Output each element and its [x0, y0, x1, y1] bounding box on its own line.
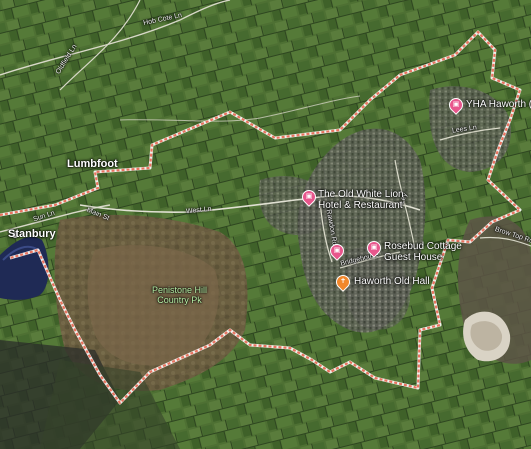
- place-label-stanbury[interactable]: Stanbury: [8, 228, 56, 240]
- poi-label-old-white-lion-line2: Hotel & Restaurant: [318, 200, 403, 211]
- place-label-lumbfoot[interactable]: Lumbfoot: [67, 158, 118, 170]
- poi-label-old-white-lion[interactable]: The Old White Lion Hotel & Restaurant: [318, 189, 404, 211]
- poi-label-yha-haworth[interactable]: YHA Haworth (R: [466, 99, 531, 110]
- poi-label-rosebud-cottage[interactable]: Rosebud Cottage Guest House: [384, 241, 462, 263]
- park-label-penistone-hill[interactable]: Penistone Hill Country Pk: [152, 285, 207, 305]
- satellite-imagery: [0, 0, 531, 449]
- poi-label-rosebud-line2: Guest House: [384, 252, 443, 263]
- poi-label-haworth-old-hall[interactable]: Haworth Old Hall: [354, 276, 430, 287]
- poi-label-rosebud-line1: Rosebud Cottage: [384, 241, 462, 252]
- satellite-map[interactable]: Stanbury Lumbfoot Hob Cote Ln Oldfield L…: [0, 0, 531, 449]
- poi-label-old-white-lion-line1: The Old White Lion: [318, 189, 404, 200]
- park-label-penistone-line1: Penistone Hill: [152, 285, 208, 295]
- park-label-penistone-line2: Country Pk: [157, 295, 202, 305]
